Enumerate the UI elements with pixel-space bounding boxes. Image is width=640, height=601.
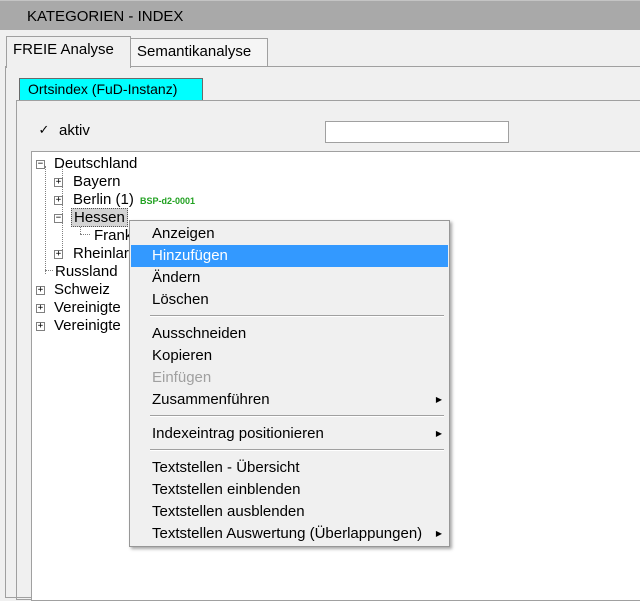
aktiv-label: aktiv: [59, 122, 90, 139]
menu-separator: [150, 449, 444, 451]
tree-node-schweiz[interactable]: Schweiz: [52, 281, 112, 299]
submenu-arrow-icon: ▶: [435, 429, 442, 438]
window-title: KATEGORIEN - INDEX: [27, 8, 184, 25]
menu-separator: [150, 315, 444, 317]
menu-item-kopieren[interactable]: Kopieren: [131, 345, 448, 367]
expand-icon[interactable]: +: [36, 322, 45, 331]
collapse-icon[interactable]: −: [36, 160, 45, 169]
tree-node-deutschland[interactable]: Deutschland: [52, 155, 139, 173]
menu-item-loeschen[interactable]: Löschen: [131, 289, 448, 311]
tree-connector: [80, 234, 90, 235]
menu-item-zusammenfuehren[interactable]: Zusammenführen ▶: [131, 389, 448, 411]
menu-item-textstellen-ausblenden[interactable]: Textstellen ausblenden: [131, 501, 448, 523]
tree-node-vereinigte-2[interactable]: Vereinigte: [52, 317, 123, 335]
tree-node-hessen[interactable]: Hessen: [71, 208, 128, 227]
expand-icon[interactable]: +: [54, 196, 63, 205]
expand-icon[interactable]: +: [54, 178, 63, 187]
collapse-icon[interactable]: −: [54, 214, 63, 223]
tree-node-russland[interactable]: Russland: [53, 263, 120, 281]
menu-separator: [150, 415, 444, 417]
tab-ortsindex[interactable]: Ortsindex (FuD-Instanz): [19, 78, 203, 100]
tree-node-frank[interactable]: Frank: [92, 227, 134, 245]
tab-semantikanalyse[interactable]: Semantikanalyse: [130, 38, 268, 66]
menu-item-textstellen-auswertung[interactable]: Textstellen Auswertung (Überlappungen) ▶: [131, 523, 448, 545]
tree-connector: [45, 166, 46, 274]
berlin-code-tag: BSP-d2-0001: [140, 196, 196, 206]
expand-icon[interactable]: +: [36, 304, 45, 313]
tree-connector: [45, 270, 53, 271]
menu-item-ausschneiden[interactable]: Ausschneiden: [131, 323, 448, 345]
expand-icon[interactable]: +: [36, 286, 45, 295]
submenu-arrow-icon: ▶: [435, 529, 442, 538]
menu-item-textstellen-uebersicht[interactable]: Textstellen - Übersicht: [131, 457, 448, 479]
context-menu: Anzeigen Hinzufügen Ändern Löschen Aussc…: [129, 220, 450, 547]
menu-item-textstellen-einblenden[interactable]: Textstellen einblenden: [131, 479, 448, 501]
tab-freie-analyse[interactable]: FREIE Analyse: [6, 36, 131, 68]
aktiv-checkbox[interactable]: ✓: [38, 123, 50, 136]
submenu-arrow-icon: ▶: [435, 395, 442, 404]
tree-node-rheinland[interactable]: Rheinlar: [71, 245, 131, 263]
menu-item-einfuegen: Einfügen: [152, 369, 212, 386]
menu-item-anzeigen[interactable]: Anzeigen: [131, 223, 448, 245]
expand-icon[interactable]: +: [54, 250, 63, 259]
filter-input[interactable]: [325, 121, 509, 143]
tree-node-vereinigte-1[interactable]: Vereinigte: [52, 299, 123, 317]
window-titlebar: KATEGORIEN - INDEX: [0, 0, 640, 30]
menu-item-aendern[interactable]: Ändern: [131, 267, 448, 289]
menu-item-hinzufuegen[interactable]: Hinzufügen: [131, 245, 448, 267]
menu-item-indexeintrag-positionieren[interactable]: Indexeintrag positionieren ▶: [131, 423, 448, 445]
tree-node-bayern[interactable]: Bayern: [71, 173, 123, 191]
